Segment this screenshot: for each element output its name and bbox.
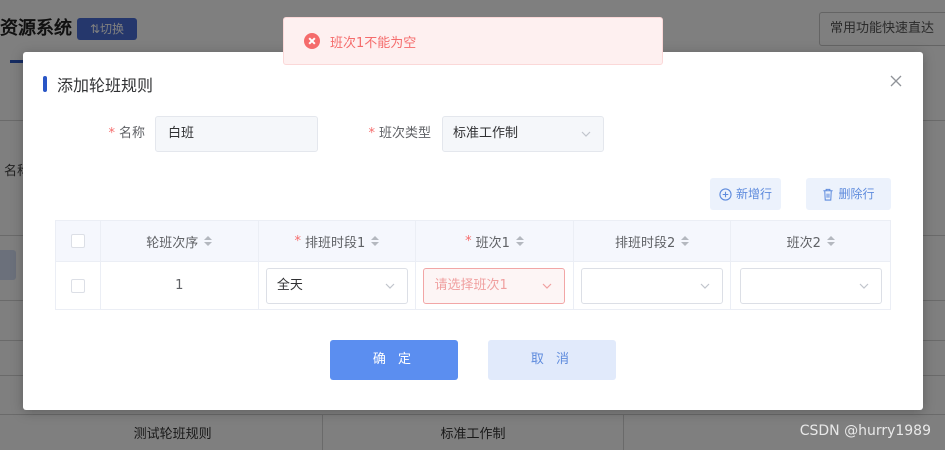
shift1-select[interactable]: 请选择班次1 — [423, 267, 566, 304]
header-shift1[interactable]: * 班次1 — [416, 221, 574, 261]
select-all-checkbox[interactable] — [70, 234, 85, 248]
shift1-cell: 请选择班次1 — [416, 262, 574, 309]
delete-row-label: 删除行 — [838, 187, 875, 201]
sort-icon[interactable] — [681, 236, 690, 246]
order-cell: 1 — [101, 262, 259, 309]
dialog-header: 添加轮班规则 — [43, 72, 153, 96]
error-circle-icon — [304, 33, 320, 49]
confirm-button[interactable]: 确 定 — [330, 340, 458, 380]
header-period1[interactable]: * 排班时段1 — [259, 221, 417, 261]
dialog-title: 添加轮班规则 — [57, 76, 154, 95]
title-accent-bar — [43, 76, 47, 92]
add-row-label: 新增行 — [735, 187, 772, 201]
required-mark: * — [368, 126, 375, 141]
sort-icon[interactable] — [371, 236, 380, 246]
header-label: 班次2 — [786, 235, 821, 251]
table-header: 轮班次序 * 排班时段1 * 班次1 排班时段2 班次2 — [56, 221, 890, 261]
shift1-placeholder: 请选择班次1 — [434, 277, 508, 293]
watermark: CSDN @hurry1989 — [799, 423, 931, 439]
header-shift2[interactable]: 班次2 — [731, 221, 890, 261]
rotation-table: 轮班次序 * 排班时段1 * 班次1 排班时段2 班次2 1 全天 请选择班次1 — [55, 220, 891, 310]
add-row-button[interactable]: 新增行 — [710, 178, 781, 210]
required-mark: * — [294, 233, 301, 249]
shift-type-value: 标准工作制 — [453, 126, 519, 141]
toast-message: 班次1不能为空 — [330, 35, 417, 51]
period1-value: 全天 — [276, 277, 303, 293]
header-label: 排班时段1 — [304, 235, 366, 251]
form-row: * 名称 白班 * 班次类型 标准工作制 — [23, 116, 923, 152]
name-label: * 名称 — [105, 116, 145, 152]
shift-type-label: * 班次类型 — [363, 116, 431, 152]
sort-icon[interactable] — [826, 236, 835, 246]
error-toast: 班次1不能为空 — [283, 17, 663, 65]
add-rotation-rule-dialog: 添加轮班规则 * 名称 白班 * 班次类型 标准工作制 新增行 删除行 轮班次序 *… — [23, 52, 923, 410]
period2-select[interactable] — [581, 267, 724, 304]
shift-type-label-text: 班次类型 — [378, 126, 431, 141]
close-icon[interactable] — [889, 74, 903, 88]
period1-select[interactable]: 全天 — [265, 267, 408, 304]
name-input[interactable]: 白班 — [155, 116, 318, 152]
cancel-button[interactable]: 取 消 — [488, 340, 616, 380]
chevron-down-icon — [700, 283, 710, 289]
shift2-select[interactable] — [739, 267, 882, 304]
shift-type-select[interactable]: 标准工作制 — [442, 116, 604, 152]
header-order[interactable]: 轮班次序 — [101, 221, 259, 261]
required-mark: * — [108, 126, 115, 141]
row-checkbox-cell — [56, 262, 101, 309]
trash-icon — [823, 188, 834, 201]
period2-cell — [574, 262, 732, 309]
plus-circle-icon — [719, 187, 732, 201]
header-label: 班次1 — [475, 235, 510, 251]
header-label: 轮班次序 — [146, 235, 199, 251]
sort-icon[interactable] — [204, 236, 213, 246]
row-checkbox[interactable] — [70, 278, 85, 293]
required-mark: * — [465, 233, 472, 249]
shift2-cell — [731, 262, 890, 309]
name-label-text: 名称 — [118, 126, 145, 141]
table-row: 1 全天 请选择班次1 — [56, 261, 890, 309]
header-checkbox-cell — [56, 221, 101, 261]
header-label: 排班时段2 — [614, 235, 676, 251]
period1-cell: 全天 — [259, 262, 417, 309]
chevron-down-icon — [859, 283, 869, 289]
chevron-down-icon — [385, 283, 395, 289]
sort-icon[interactable] — [515, 236, 524, 246]
delete-row-button[interactable]: 删除行 — [806, 178, 891, 210]
chevron-down-icon — [581, 131, 591, 137]
header-period2[interactable]: 排班时段2 — [574, 221, 732, 261]
chevron-down-icon — [543, 283, 552, 289]
